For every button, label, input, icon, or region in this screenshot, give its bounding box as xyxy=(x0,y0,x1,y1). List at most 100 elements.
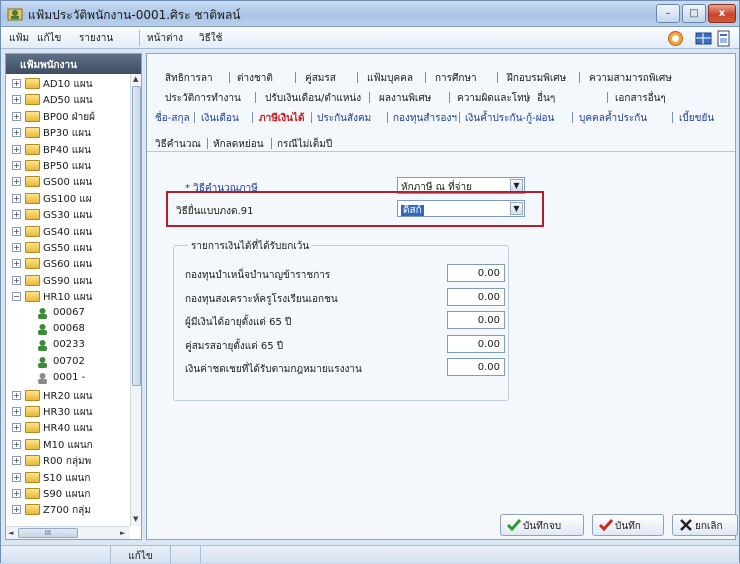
expand-icon[interactable]: + xyxy=(12,144,21,154)
tree-item[interactable]: 00068 xyxy=(6,323,130,337)
menu-window[interactable]: หน้าต่าง xyxy=(147,31,183,46)
tree-item[interactable]: 00233 xyxy=(6,339,130,353)
expand-icon[interactable]: + xyxy=(12,226,21,236)
expand-icon[interactable]: + xyxy=(12,275,21,285)
expand-icon[interactable]: + xyxy=(12,390,21,400)
tab-row1-6[interactable]: ความสามารถพิเศษ xyxy=(589,71,672,86)
expand-icon[interactable]: + xyxy=(12,210,21,220)
tree-scroll-thumb[interactable] xyxy=(132,86,141,386)
tree-item[interactable]: 0001 - xyxy=(6,372,130,386)
refresh-icon[interactable] xyxy=(667,30,684,47)
exempt-item-amount-input[interactable]: 0.00 xyxy=(447,264,505,282)
tab-row2-0[interactable]: ประวัติการทำงาน xyxy=(165,91,241,106)
menu-help[interactable]: วิธีใช้ xyxy=(199,31,222,46)
chevron-down-icon[interactable]: ▼ xyxy=(510,202,523,215)
exempt-item-amount-input[interactable]: 0.00 xyxy=(447,334,505,353)
menu-edit[interactable]: แก้ไข xyxy=(37,31,61,46)
scroll-down-icon[interactable]: ▼ xyxy=(133,515,138,523)
tab-row1-0[interactable]: สิทธิการลา xyxy=(165,71,213,86)
tree-item[interactable]: + GS30 แผน xyxy=(6,208,130,222)
expand-icon[interactable]: + xyxy=(12,177,21,187)
expand-icon[interactable]: + xyxy=(12,95,21,105)
subtab-partial-year[interactable]: กรณีไม่เต็มปี xyxy=(277,137,332,152)
tree-item[interactable]: + HR40 แผน xyxy=(6,421,130,435)
tree-item[interactable]: + AD50 แผน xyxy=(6,93,130,107)
tab-row3-5[interactable]: เงินค้ำประกัน-กู้-ผ่อน xyxy=(465,111,554,126)
tree-item[interactable]: − HR10 แผน xyxy=(6,290,130,304)
tree-item[interactable]: + BP30 แผน xyxy=(6,126,130,140)
cancel-button[interactable]: ยกเลิก xyxy=(672,514,738,536)
document-icon[interactable] xyxy=(715,30,732,47)
tree-item[interactable]: 00702 xyxy=(6,356,130,370)
expand-icon[interactable]: + xyxy=(12,161,21,170)
tree-item[interactable]: + S90 แผนก xyxy=(6,487,130,501)
save-close-button[interactable]: บันทึกจบ xyxy=(500,514,584,536)
tree-item[interactable]: + GS60 แผน xyxy=(6,257,130,271)
menu-file[interactable]: แฟ้ม xyxy=(9,31,29,46)
expand-icon[interactable]: + xyxy=(12,79,21,88)
tab-row3-6[interactable]: บุคคลค้ำประกัน xyxy=(579,111,647,126)
tree-horizontal-scrollbar[interactable]: ◄ III ► xyxy=(6,526,130,539)
tree-item[interactable]: + M10 แผนก xyxy=(6,438,130,452)
tree-item[interactable]: + R00 กลุ่มพ xyxy=(6,454,130,468)
tab-row1-1[interactable]: ต่างชาติ xyxy=(237,71,273,86)
tree-item[interactable]: + GS00 แผน xyxy=(6,175,130,189)
scroll-left-icon[interactable]: ◄ xyxy=(8,529,13,537)
tab-row3-7[interactable]: เบี้ยขยัน xyxy=(679,111,714,126)
expand-icon[interactable]: + xyxy=(12,423,21,433)
expand-icon[interactable]: + xyxy=(12,128,21,138)
tree-item[interactable]: + GS100 แผ xyxy=(6,192,130,206)
tree-item[interactable]: + BP50 แผน xyxy=(6,159,130,173)
scroll-right-icon[interactable]: ► xyxy=(120,529,125,537)
exempt-item-amount-input[interactable]: 0.00 xyxy=(447,358,505,376)
tree-item[interactable]: + GS90 แผน xyxy=(6,274,130,288)
collapse-icon[interactable]: − xyxy=(12,292,21,302)
tab-row3-4[interactable]: กองทุนสำรองฯ xyxy=(393,111,457,126)
expand-icon[interactable]: + xyxy=(12,243,21,252)
tab-row1-3[interactable]: แฟ้มบุคคล xyxy=(367,71,413,86)
tab-row1-2[interactable]: คู่สมรส xyxy=(305,71,336,86)
expand-icon[interactable]: + xyxy=(12,489,21,498)
tab-row2-3[interactable]: ความผิดและโทษ xyxy=(457,91,530,106)
tree-item[interactable]: + S10 แผนก xyxy=(6,471,130,485)
tab-row2-1[interactable]: ปรับเงินเดือน/ตำแหน่ง xyxy=(265,91,361,106)
expand-icon[interactable]: + xyxy=(12,193,21,203)
tree-item[interactable]: + GS40 แผน xyxy=(6,225,130,239)
maximize-button[interactable]: □ xyxy=(682,4,706,23)
minimize-button[interactable]: – xyxy=(656,4,680,23)
tree-item[interactable]: + HR20 แผน xyxy=(6,389,130,403)
tree-item[interactable]: + BP40 แผน xyxy=(6,143,130,157)
close-button[interactable]: x xyxy=(708,4,736,23)
subtab-deductions[interactable]: หักลดหย่อน xyxy=(213,137,264,152)
tab-row1-4[interactable]: การศึกษา xyxy=(435,71,477,86)
save-button[interactable]: บันทึก xyxy=(592,514,664,536)
exempt-item-amount-input[interactable]: 0.00 xyxy=(447,287,505,306)
tree-item[interactable]: + BP00 ฝ่ายผ้ xyxy=(6,110,130,124)
pnd91-select[interactable]: ดิสก์ ▼ xyxy=(397,200,525,217)
grid-view-icon[interactable] xyxy=(695,30,712,47)
tree-hscroll-thumb[interactable]: III xyxy=(18,528,78,538)
tab-row3-0[interactable]: ชื่อ-สกุล xyxy=(155,111,190,126)
expand-icon[interactable]: + xyxy=(12,407,21,416)
tab-row1-5[interactable]: ฝึกอบรมพิเศษ xyxy=(507,71,566,86)
exempt-item-amount-input[interactable]: 0.00 xyxy=(447,311,505,329)
tree-item[interactable]: + Z700 กลุ่ม xyxy=(6,503,130,517)
tree-item[interactable]: 00067 xyxy=(6,307,130,321)
expand-icon[interactable]: + xyxy=(12,111,21,121)
tree-vertical-scrollbar[interactable]: ▲ ▼ xyxy=(130,74,141,526)
tab-row3-3[interactable]: ประกันสังคม xyxy=(317,111,371,126)
expand-icon[interactable]: + xyxy=(12,439,21,449)
subtab-calc-method[interactable]: วิธีคำนวณ xyxy=(155,137,201,152)
title-bar[interactable]: แฟ้มประวัติพนักงาน-0001.ศิระ ชาติพลน์ – … xyxy=(1,1,739,27)
tab-row2-4[interactable]: อื่นๆ xyxy=(537,91,555,106)
tab-row3-2[interactable]: ภาษีเงินได้ xyxy=(259,111,304,126)
tab-row3-1[interactable]: เงินเดือน xyxy=(201,111,239,126)
expand-icon[interactable]: + xyxy=(12,505,21,515)
tab-row2-5[interactable]: เอกสารอื่นๆ xyxy=(615,91,666,106)
tree-item[interactable]: + AD10 แผน xyxy=(6,77,130,91)
expand-icon[interactable]: + xyxy=(12,472,21,482)
expand-icon[interactable]: + xyxy=(12,259,21,269)
tab-row2-2[interactable]: ผลงานพิเศษ xyxy=(379,91,431,106)
tree-item[interactable]: + GS50 แผน xyxy=(6,241,130,255)
expand-icon[interactable]: + xyxy=(12,456,21,466)
